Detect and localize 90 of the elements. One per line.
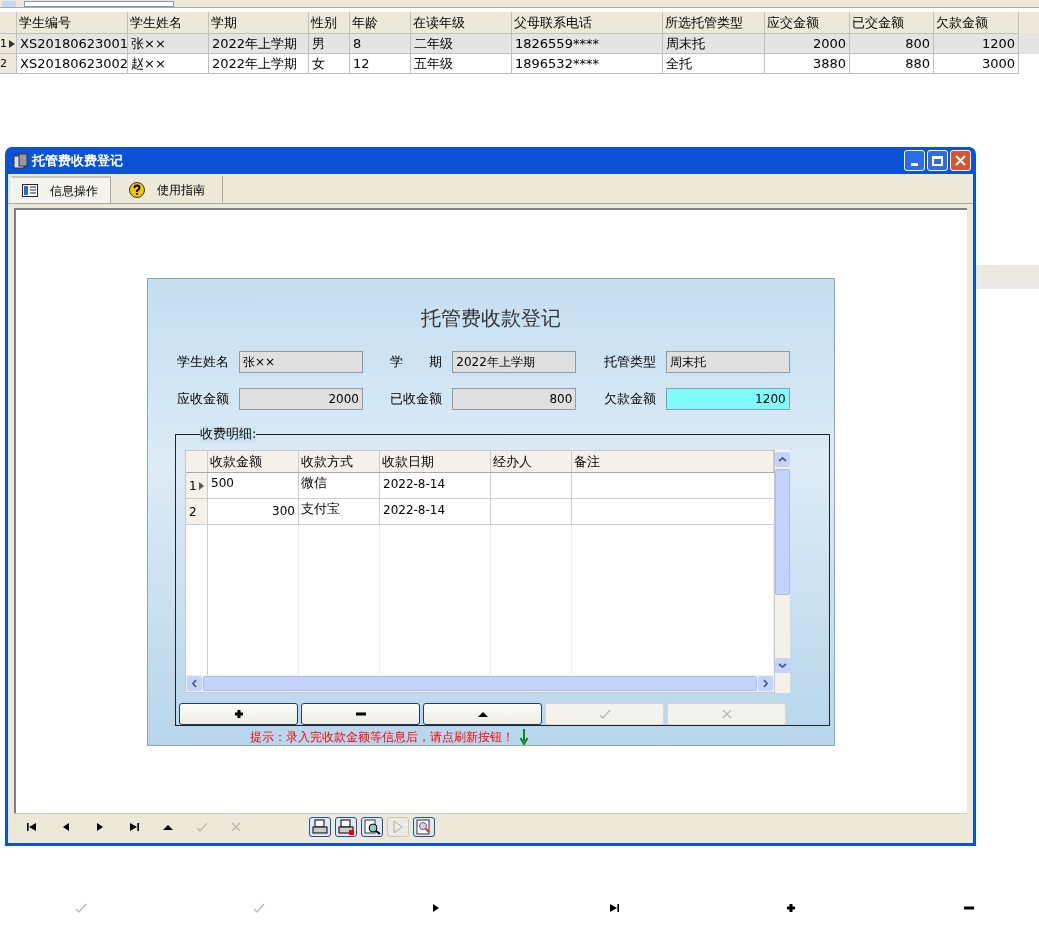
scroll-left-icon[interactable] <box>187 676 202 691</box>
printer-icon <box>311 819 329 835</box>
scrollbar-thumb[interactable] <box>203 676 757 691</box>
field-input[interactable]: 张×× <box>239 351 363 373</box>
preview-button[interactable] <box>361 817 383 837</box>
window-app-icon <box>13 152 29 169</box>
field-label: 已收金额 <box>390 390 444 409</box>
panel-strip <box>976 265 1039 289</box>
printer-icon <box>337 819 355 835</box>
maximize-button[interactable] <box>927 150 948 171</box>
close-icon <box>955 155 966 166</box>
table-cell: XS20180623002 <box>17 54 128 74</box>
cross-icon <box>230 822 242 832</box>
table-cell: 五年级 <box>411 54 512 74</box>
scroll-right-icon[interactable] <box>758 676 773 691</box>
close-button[interactable] <box>950 150 971 171</box>
field-input[interactable]: 800 <box>452 388 577 410</box>
row-number: 1 <box>189 477 197 495</box>
field-label: 学生姓名 <box>177 353 230 372</box>
current-row-icon <box>9 39 15 48</box>
tab[interactable]: 信息操作 <box>11 176 111 203</box>
field-input[interactable]: 1200 <box>665 388 790 410</box>
table-cell: 赵×× <box>128 54 209 74</box>
check-icon <box>196 822 208 832</box>
up-triangle-icon <box>162 822 174 832</box>
group-legend: 收费明细: <box>200 426 257 442</box>
column-header[interactable]: 收款方式 <box>299 451 380 472</box>
add-button[interactable] <box>179 703 298 725</box>
hint-text: 提示：录入完收款金额等信息后，请点刷新按钮！ <box>250 729 514 746</box>
table-cell: 2022-8-14 <box>380 473 491 498</box>
field-input[interactable]: 周末托 <box>665 351 790 373</box>
table-cell: 880 <box>850 54 934 74</box>
current-row-icon <box>198 481 204 490</box>
row-number: 2 <box>189 503 197 521</box>
tab[interactable]: 使用指南 <box>111 176 223 203</box>
table-row[interactable]: 1 XS20180623001 张×× 2022年上学期 男 8 二年级 1826559**** 周末托 2000 800 1200 <box>0 34 1039 54</box>
check-icon <box>75 903 87 913</box>
scroll-down-icon[interactable] <box>775 658 790 673</box>
row-indicator[interactable]: 1 <box>186 473 208 498</box>
preview-icon <box>363 819 381 835</box>
row-number: 1 <box>0 35 7 52</box>
plus-icon <box>785 903 798 913</box>
window-title: 托管费收费登记 <box>32 151 123 170</box>
column-header[interactable]: 备注 <box>572 451 774 472</box>
minimize-button[interactable] <box>904 150 925 171</box>
table-cell: 全托 <box>663 54 765 74</box>
table-cell: 2022-8-14 <box>380 499 491 524</box>
form-title: 托管费收款登记 <box>421 305 561 332</box>
scrollbar-thumb[interactable] <box>775 469 790 595</box>
table-cell: 3880 <box>765 54 850 74</box>
field-input[interactable]: 2022年上学期 <box>452 351 577 373</box>
column-header[interactable]: 收款日期 <box>380 451 491 472</box>
up-button[interactable] <box>423 703 542 725</box>
table-cell: 女 <box>309 54 350 74</box>
printer-button[interactable] <box>335 817 357 837</box>
field-label: 学 期 <box>390 353 444 372</box>
scroll-up-icon[interactable] <box>775 452 790 467</box>
table-cell: 支付宝 <box>299 499 380 524</box>
check-icon <box>252 903 265 913</box>
table-cell: 微信 <box>299 473 380 498</box>
cross-icon <box>720 709 733 719</box>
table-cell: 12 <box>350 54 411 74</box>
field-label: 欠款金额 <box>603 390 657 409</box>
help-icon <box>128 181 145 198</box>
field-input[interactable]: 2000 <box>239 388 363 410</box>
vertical-scrollbar[interactable] <box>775 450 790 693</box>
field-label: 托管类型 <box>603 353 657 372</box>
table-cell: 2022年上学期 <box>209 54 309 74</box>
last-record-icon <box>128 822 140 832</box>
table-cell: 1896532**** <box>512 54 663 74</box>
table-cell: 500 <box>208 473 299 498</box>
field-label: 应收金额 <box>177 390 230 409</box>
row-indicator[interactable]: 2 <box>186 499 208 524</box>
up-triangle-icon <box>476 709 489 719</box>
zoom-page-button[interactable] <box>413 817 435 837</box>
check-icon <box>598 709 611 719</box>
row-number: 2 <box>0 55 7 72</box>
first-record-icon <box>26 822 38 832</box>
column-header[interactable]: 经办人 <box>491 451 572 472</box>
down-arrow-icon <box>520 729 528 745</box>
last-record-icon <box>607 903 620 913</box>
remove-button[interactable] <box>301 703 420 725</box>
table-cell: 300 <box>208 499 299 524</box>
list-icon <box>22 184 38 197</box>
zoom-page-icon <box>415 819 433 835</box>
plus-icon <box>232 709 245 719</box>
table-cell: 3000 <box>934 54 1019 74</box>
column-header[interactable]: 收款金额 <box>208 451 299 472</box>
printer-button[interactable] <box>309 817 331 837</box>
horizontal-scrollbar[interactable] <box>186 675 774 692</box>
